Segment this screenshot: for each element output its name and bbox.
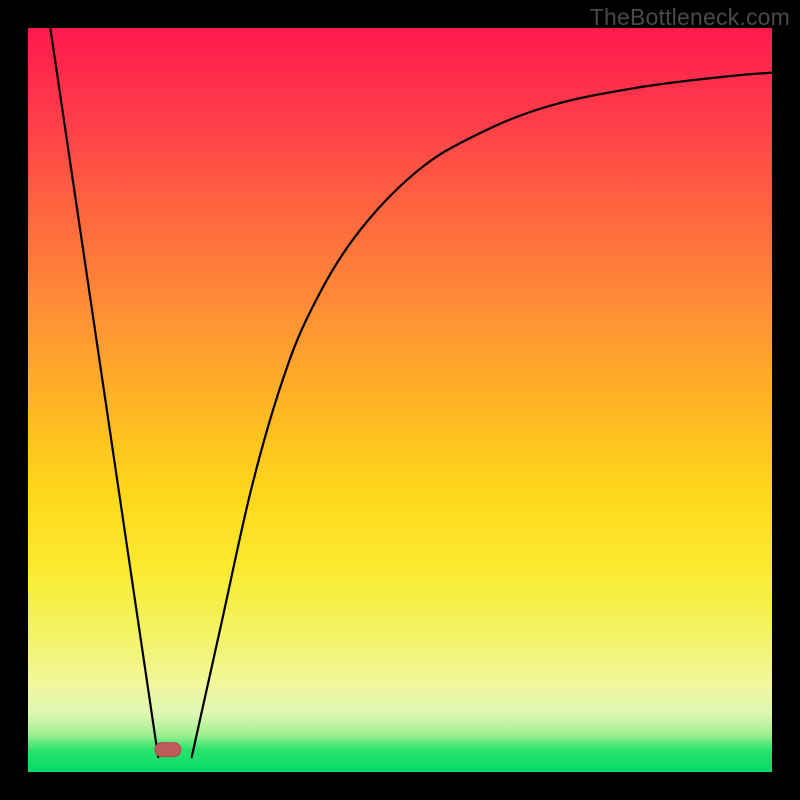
descending-line: [50, 28, 158, 757]
chart-frame: TheBottleneck.com: [0, 0, 800, 800]
plot-area: [28, 28, 772, 772]
watermark-text: TheBottleneck.com: [590, 4, 790, 31]
min-marker: [155, 743, 181, 757]
ascending-curve: [192, 73, 772, 757]
chart-overlay: [28, 28, 772, 772]
